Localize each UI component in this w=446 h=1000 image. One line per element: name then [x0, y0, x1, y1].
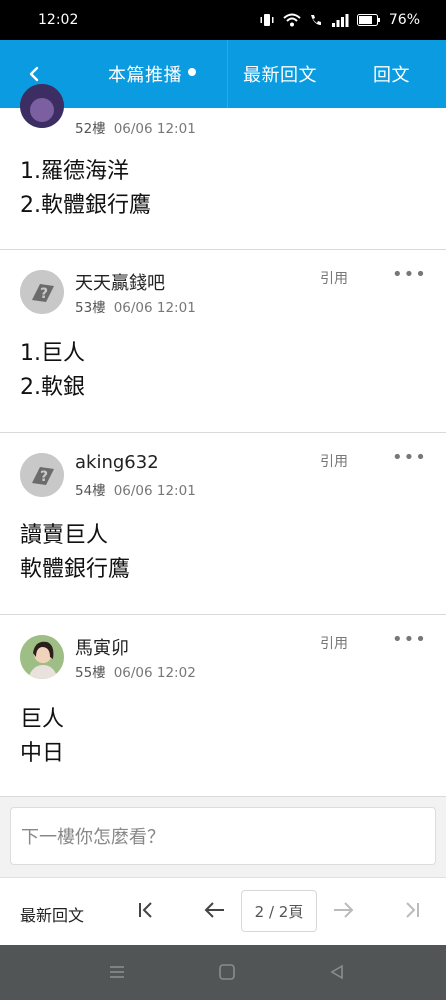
- author-name[interactable]: 馬寅卯: [75, 634, 129, 660]
- post-content: 巨人 中日: [20, 703, 64, 771]
- post-time: 06/06 12:01: [113, 483, 196, 499]
- content-line: 1.巨人: [20, 341, 85, 366]
- vibrate-icon: [260, 14, 274, 26]
- post-content: 1.巨人 2.軟銀: [20, 337, 85, 405]
- tab-recommend[interactable]: 本篇推播: [108, 40, 196, 108]
- battery-percent: 76%: [388, 12, 420, 28]
- first-page-button[interactable]: [134, 898, 158, 926]
- floor-number: 55樓: [75, 665, 106, 681]
- content-line: 2.軟體銀行鷹: [20, 193, 151, 218]
- tab-latest-replies[interactable]: 最新回文: [243, 40, 317, 108]
- system-navigation-bar: [0, 945, 446, 1000]
- avatar[interactable]: [20, 84, 64, 128]
- arrow-right-icon: [334, 902, 354, 918]
- content-line: 2.軟銀: [20, 375, 85, 400]
- post-content: 讀賣巨人 軟體銀行鷹: [20, 519, 130, 587]
- back-triangle-icon: [330, 964, 343, 980]
- quote-button[interactable]: 引用: [320, 451, 348, 471]
- post-meta: 52樓 06/06 12:01: [75, 117, 196, 137]
- post-time: 06/06 12:02: [113, 665, 196, 681]
- avatar-image: [20, 84, 64, 128]
- page-indicator[interactable]: 2 / 2頁: [241, 890, 317, 932]
- content-line: 巨人: [20, 707, 65, 732]
- app-header: 本篇推播 最新回文 回文: [0, 40, 446, 108]
- last-page-icon: [406, 902, 419, 918]
- tab-latest-label: 最新回文: [243, 65, 317, 86]
- tab-recommend-label: 本篇推播: [108, 65, 182, 86]
- status-icons: 76%: [259, 12, 420, 28]
- user-photo-avatar: [20, 635, 64, 679]
- avatar[interactable]: ?: [20, 453, 64, 497]
- default-avatar-icon: ?: [20, 270, 64, 314]
- tab-reply[interactable]: 回文: [373, 40, 410, 108]
- quote-button[interactable]: 引用: [320, 633, 348, 653]
- post-item: 52樓 06/06 12:01 1.羅德海洋 2.軟體銀行鷹: [0, 84, 446, 250]
- author-name[interactable]: 天天贏錢吧: [75, 269, 165, 295]
- more-options-button[interactable]: •••: [392, 264, 427, 285]
- post-item: ? aking632 54樓 06/06 12:01 引用 ••• 讀賣巨人 軟體…: [0, 433, 446, 615]
- post-item: 馬寅卯 55樓 06/06 12:02 引用 ••• 巨人 中日: [0, 615, 446, 797]
- header-divider: [227, 40, 228, 108]
- svg-text:?: ?: [40, 469, 48, 485]
- post-content: 1.羅德海洋 2.軟體銀行鷹: [20, 155, 151, 223]
- menu-icon: [110, 966, 124, 978]
- post-meta: 55樓 06/06 12:02: [75, 661, 196, 681]
- battery-icon: [356, 14, 380, 26]
- default-avatar-icon: ?: [20, 453, 64, 497]
- avatar[interactable]: ?: [20, 270, 64, 314]
- comment-area: 下一樓你怎麼看？: [0, 797, 446, 877]
- post-time: 06/06 12:01: [113, 300, 196, 316]
- post-item: ? 天天贏錢吧 53樓 06/06 12:01 引用 ••• 1.巨人 2.軟銀: [0, 250, 446, 433]
- home-square-icon: [219, 964, 235, 980]
- content-line: 軟體銀行鷹: [20, 557, 131, 582]
- back-nav-button[interactable]: [328, 963, 346, 985]
- content-line: 1.羅德海洋: [20, 159, 129, 184]
- more-options-button[interactable]: •••: [392, 447, 427, 468]
- floor-number: 52樓: [75, 121, 106, 137]
- recent-apps-button[interactable]: [108, 963, 126, 985]
- post-time: 06/06 12:01: [113, 121, 196, 137]
- post-meta: 53樓 06/06 12:01: [75, 296, 196, 316]
- floor-number: 53樓: [75, 300, 106, 316]
- tab-reply-label: 回文: [373, 65, 410, 86]
- status-time: 12:02: [38, 12, 79, 28]
- latest-replies-button[interactable]: 最新回文: [20, 902, 84, 926]
- comment-placeholder: 下一樓你怎麼看？: [21, 827, 165, 848]
- wifi-icon: [283, 13, 301, 27]
- home-button[interactable]: [218, 963, 236, 985]
- content-line: 中日: [20, 741, 65, 766]
- svg-text:?: ?: [40, 286, 48, 302]
- first-page-icon: [139, 902, 152, 918]
- status-bar: 12:02 76%: [0, 0, 446, 40]
- content-line: 讀賣巨人: [20, 523, 109, 548]
- last-page-button[interactable]: [400, 898, 424, 926]
- floor-number: 54樓: [75, 483, 106, 499]
- notification-dot: [188, 68, 196, 76]
- post-meta: 54樓 06/06 12:01: [75, 479, 196, 499]
- quote-button[interactable]: 引用: [320, 268, 348, 288]
- signal-icon: [331, 14, 349, 27]
- pagination-bar: 最新回文 2 / 2頁: [0, 877, 446, 946]
- previous-page-button[interactable]: [202, 898, 228, 926]
- call-icon: [310, 15, 321, 25]
- back-arrow-icon: [29, 66, 39, 82]
- avatar[interactable]: [20, 635, 64, 679]
- author-name[interactable]: aking632: [75, 452, 159, 473]
- next-page-button[interactable]: [330, 898, 356, 926]
- arrow-left-icon: [204, 902, 224, 918]
- more-options-button[interactable]: •••: [392, 629, 427, 650]
- comment-input[interactable]: 下一樓你怎麼看？: [10, 807, 436, 865]
